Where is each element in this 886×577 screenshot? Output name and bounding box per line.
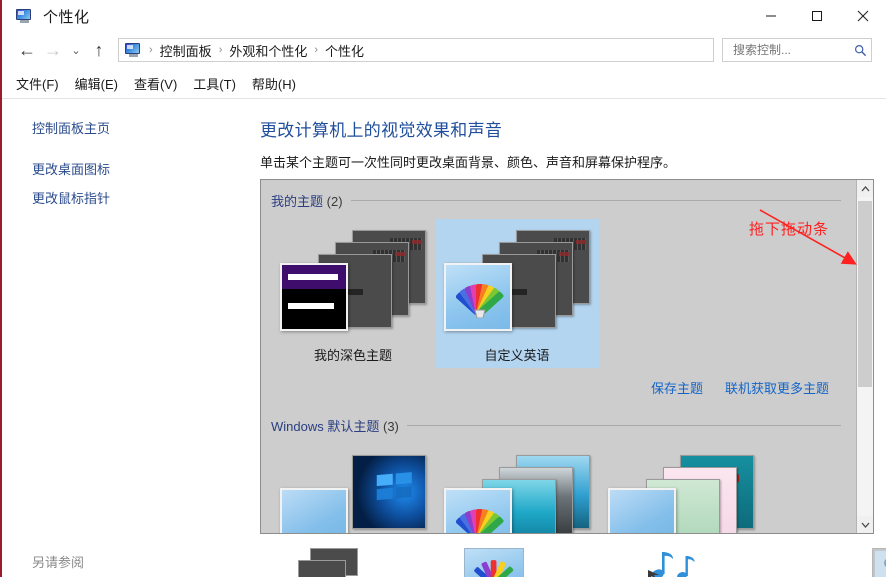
sidebar-item-control-panel-home[interactable]: 控制面板主页 <box>32 118 110 137</box>
close-button[interactable] <box>840 0 886 32</box>
theme-front-preview <box>608 488 676 533</box>
theme-thumbnail <box>442 450 592 533</box>
menu-help[interactable]: 帮助(H) <box>252 70 296 97</box>
page-title: 更改计算机上的视觉效果和声音 <box>260 116 886 141</box>
back-button[interactable]: ← <box>14 35 40 65</box>
menu-tools[interactable]: 工具(T) <box>193 70 236 97</box>
minimize-button[interactable] <box>748 0 794 32</box>
group-divider <box>351 200 841 201</box>
title-bar: 个性化 <box>2 0 886 32</box>
color-fan-icon <box>456 274 504 318</box>
screensaver-partial-icon[interactable] <box>872 548 886 577</box>
theme-actions: 保存主题 联机获取更多主题 <box>271 378 845 397</box>
search-box[interactable] <box>722 38 872 62</box>
content-area: 更改计算机上的视觉效果和声音 单击某个主题可一次性同时更改桌面背景、颜色、声音和… <box>254 100 886 577</box>
theme-group-windows-default: Windows 默认主题 (3) <box>261 405 855 533</box>
group-title-text: 我的主题 <box>271 194 323 209</box>
sidebar: 控制面板主页 更改桌面图标 更改鼠标指针 <box>4 100 254 530</box>
sidebar-item-change-mouse-pointer[interactable]: 更改鼠标指针 <box>32 188 110 207</box>
group-title: Windows 默认主题 (3) <box>271 416 399 435</box>
theme-tile-windows-default[interactable] <box>271 444 435 533</box>
breadcrumb-separator: › <box>149 44 153 56</box>
theme-thumbnail <box>278 225 428 337</box>
breadcrumb-item-0[interactable]: 控制面板 <box>160 41 212 60</box>
group-title-text: Windows 默认主题 <box>271 419 379 434</box>
theme-label: 我的深色主题 <box>314 345 392 364</box>
group-count: (2) <box>327 194 343 209</box>
forward-button[interactable]: → <box>40 35 66 65</box>
scrollbar-down-button[interactable] <box>857 516 873 533</box>
search-input[interactable] <box>731 42 849 58</box>
theme-front-preview <box>280 488 348 533</box>
sound-partial-icon[interactable] <box>646 548 706 577</box>
theme-tile-ocean[interactable] <box>435 444 599 533</box>
theme-list-scrollbar[interactable] <box>856 180 873 533</box>
theme-tiles <box>271 444 845 533</box>
theme-tile-custom-english[interactable]: 自定义英语 <box>435 219 599 368</box>
group-title: 我的主题 (2) <box>271 191 343 210</box>
page-subtitle: 单击某个主题可一次性同时更改桌面背景、颜色、声音和屏幕保护程序。 <box>260 152 886 171</box>
recent-locations-button[interactable]: ⌄ <box>66 35 86 65</box>
window-title: 个性化 <box>43 6 90 27</box>
music-note-icon <box>646 548 704 577</box>
personalization-window: 个性化 ← → ⌄ ↑ › 控制面板 › 外观和个性化 › <box>0 0 886 577</box>
address-bar: ← → ⌄ ↑ › 控制面板 › 外观和个性化 › 个性化 <box>2 32 886 68</box>
theme-thumbnail <box>442 225 592 337</box>
theme-partial-icon[interactable] <box>294 548 360 577</box>
theme-front-preview <box>444 263 512 331</box>
group-divider <box>407 425 841 426</box>
theme-thumbnail <box>606 450 756 533</box>
scrollbar-thumb[interactable] <box>858 201 872 387</box>
theme-group-my-themes: 我的主题 (2) <box>261 180 855 397</box>
window-controls <box>748 0 886 32</box>
see-also-label: 另请参阅 <box>32 552 84 571</box>
breadcrumb-icon <box>125 43 142 57</box>
group-header: Windows 默认主题 (3) <box>271 405 845 435</box>
theme-tile-my-dark-theme[interactable]: 我的深色主题 <box>271 219 435 368</box>
breadcrumb-item-2[interactable]: 个性化 <box>325 41 364 60</box>
breadcrumb[interactable]: › 控制面板 › 外观和个性化 › 个性化 <box>118 38 714 62</box>
theme-tiles: 我的深色主题 <box>271 219 845 368</box>
maximize-button[interactable] <box>794 0 840 32</box>
color-fan-partial-icon[interactable] <box>464 548 524 577</box>
menu-edit[interactable]: 编辑(E) <box>75 70 118 97</box>
theme-front-preview <box>444 488 512 533</box>
up-button[interactable]: ↑ <box>86 35 112 65</box>
menu-bar: 文件(F) 编辑(E) 查看(V) 工具(T) 帮助(H) <box>2 68 886 99</box>
get-more-themes-online-link[interactable]: 联机获取更多主题 <box>725 378 829 397</box>
color-fan-icon <box>471 552 517 577</box>
breadcrumb-item-1[interactable]: 外观和个性化 <box>229 41 307 60</box>
theme-front-preview <box>280 263 348 331</box>
monitor-personalization-icon <box>16 9 33 24</box>
theme-thumbnail <box>278 450 428 533</box>
theme-label: 自定义英语 <box>484 345 549 364</box>
menu-view[interactable]: 查看(V) <box>134 70 177 97</box>
color-fan-icon <box>456 499 504 533</box>
save-theme-link[interactable]: 保存主题 <box>651 378 703 397</box>
theme-tile-flowers[interactable] <box>599 444 763 533</box>
scrollbar-track[interactable] <box>857 197 873 516</box>
breadcrumb-separator: › <box>219 44 223 56</box>
menu-file[interactable]: 文件(F) <box>16 70 59 97</box>
screen-saver-icon <box>873 549 886 577</box>
wallpaper-card <box>352 455 426 529</box>
search-icon[interactable] <box>849 44 871 57</box>
group-count: (3) <box>383 419 399 434</box>
sidebar-item-change-desktop-icons[interactable]: 更改桌面图标 <box>32 159 110 178</box>
group-header: 我的主题 (2) <box>271 180 845 210</box>
breadcrumb-separator: › <box>314 44 318 56</box>
window-icon <box>16 9 33 24</box>
annotation-text: 拖下拖动条 <box>749 218 829 239</box>
bottom-items-row <box>254 540 886 577</box>
scrollbar-up-button[interactable] <box>857 180 873 197</box>
